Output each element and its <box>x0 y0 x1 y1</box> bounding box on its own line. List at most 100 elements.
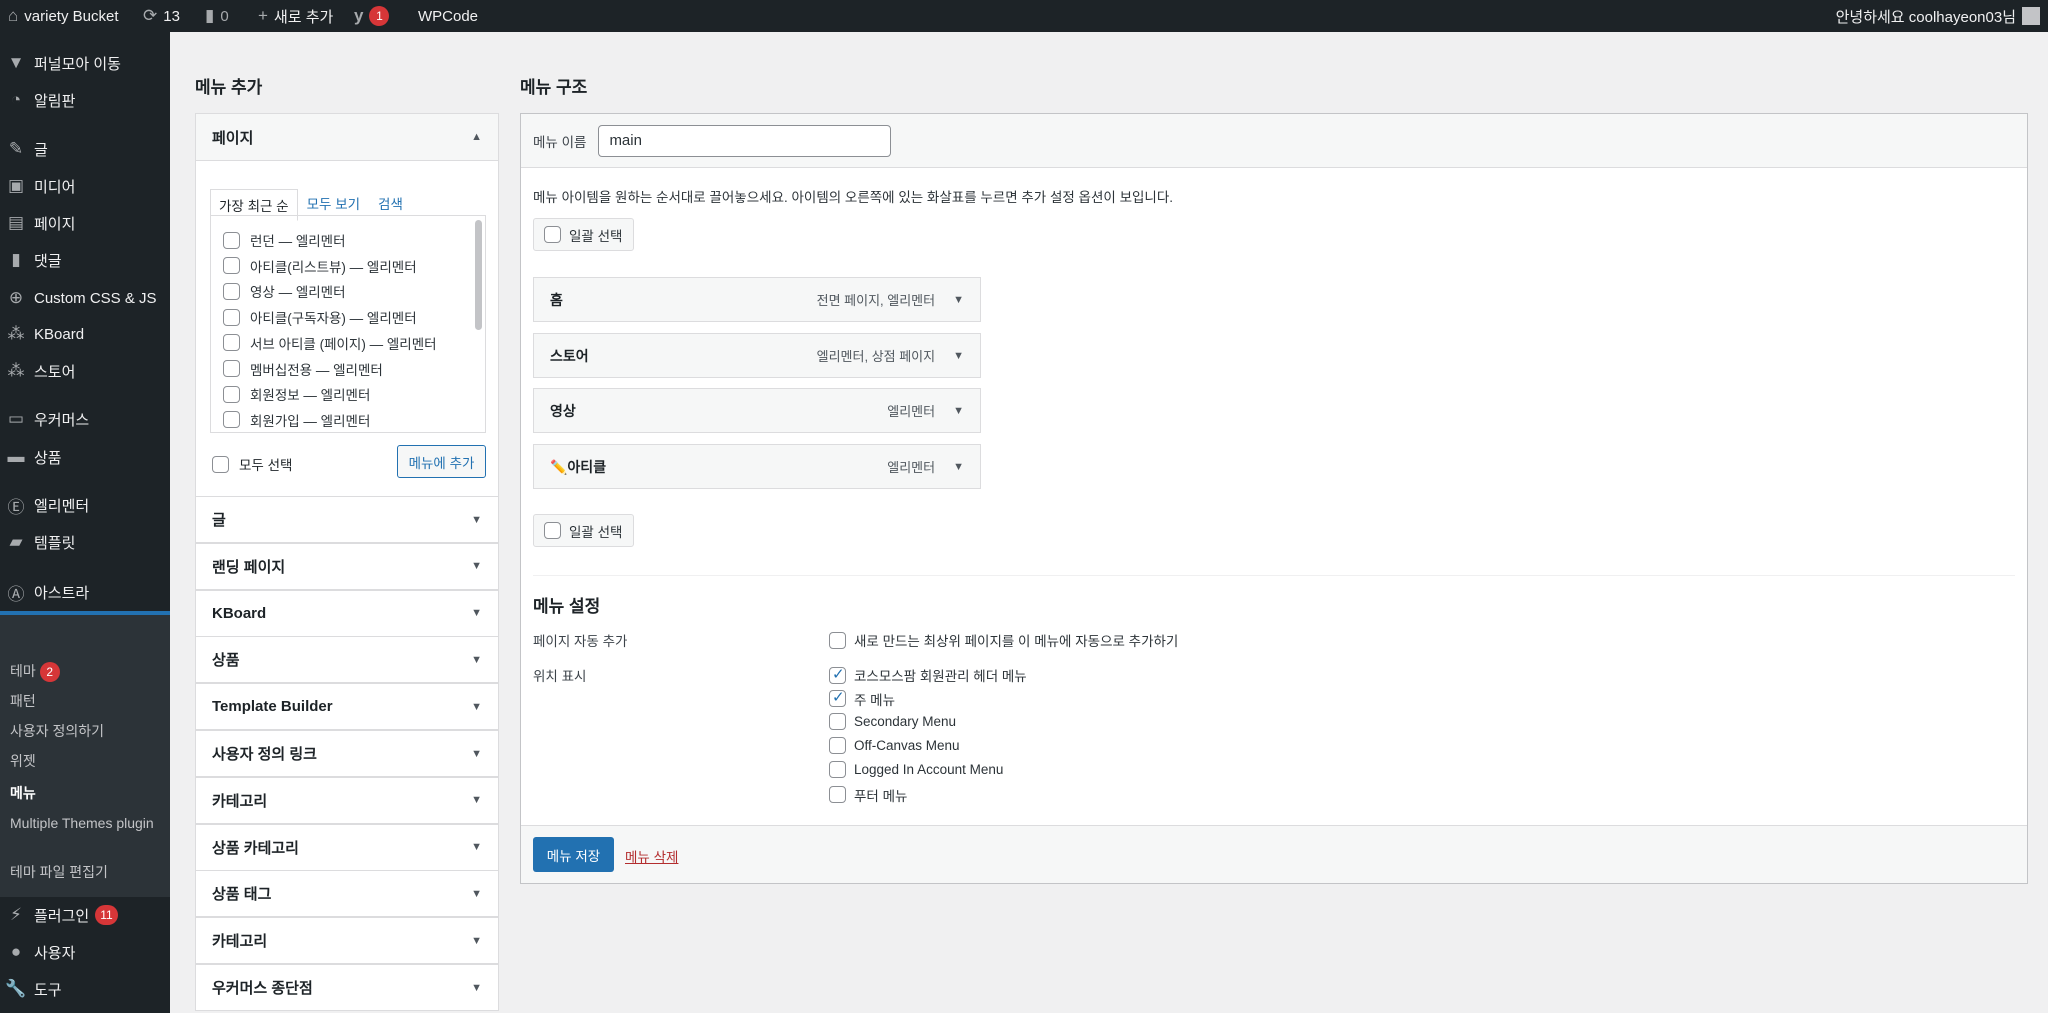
folder-icon: ▰ <box>9 532 23 551</box>
page-checkbox[interactable] <box>223 360 240 377</box>
location-option[interactable]: Logged In Account Menu <box>829 760 1003 778</box>
page-option[interactable]: 영상 — 엘리멘터 <box>223 281 346 301</box>
menu-item[interactable]: 홈 전면 페이지, 엘리멘터 ▼ <box>533 277 981 322</box>
submenu-item-2[interactable]: 사용자 정의하기 <box>10 721 160 741</box>
chevron-down-icon: ▼ <box>471 934 482 947</box>
chevron-down-icon[interactable]: ▼ <box>953 461 964 473</box>
page-checkbox[interactable] <box>223 385 240 403</box>
accordion-section[interactable]: Template Builder ▼ <box>195 683 499 731</box>
chevron-down-icon[interactable]: ▼ <box>953 405 964 417</box>
page-checkbox[interactable] <box>223 257 240 275</box>
submenu-item-1[interactable]: 패턴 <box>10 691 160 711</box>
chevron-down-icon: ▼ <box>471 607 482 620</box>
location-checkbox[interactable] <box>829 786 846 803</box>
sidebar-item-7[interactable]: ⁂ KBoard <box>0 316 170 352</box>
yoast-link[interactable]: y1 <box>354 0 390 32</box>
accordion-section[interactable]: 카테고리 ▼ <box>195 776 499 824</box>
sidebar-item-4[interactable]: ▤ 페이지 <box>0 205 170 241</box>
page-checkbox[interactable] <box>223 231 240 249</box>
page-option[interactable]: 회원정보 — 엘리멘터 <box>223 384 370 404</box>
bulk-select-checkbox[interactable] <box>544 226 561 243</box>
location-checkbox[interactable] <box>829 712 846 730</box>
accordion-section[interactable]: 상품 태그 ▼ <box>195 870 499 918</box>
sidebar-item-8[interactable]: ⁂ 스토어 <box>0 353 170 389</box>
bulk-select-button[interactable]: 일괄 선택 <box>533 218 634 251</box>
pages-panel-header[interactable]: 페이지 ▲ <box>196 114 498 161</box>
submenu-item-6[interactable]: 테마 파일 편집기 <box>10 862 160 882</box>
menu-name-input[interactable] <box>598 124 892 157</box>
account-link[interactable]: 안녕하세요 coolhayeon03님 <box>1836 0 2040 32</box>
page-option[interactable]: 서브 아티클 (페이지) — 엘리멘터 <box>223 333 437 353</box>
submenu-item-5[interactable]: Multiple Themes plugin <box>10 813 160 833</box>
auto-add-option[interactable]: 새로 만드는 최상위 페이지를 이 메뉴에 자동으로 추가하기 <box>829 630 1178 650</box>
page-checkbox[interactable] <box>223 411 240 429</box>
user-icon: ● <box>10 942 22 961</box>
sidebar-item-1[interactable]: ◔ 알림판 <box>0 82 170 118</box>
comments-link[interactable]: ▮ 0 <box>205 0 229 32</box>
bulk-select-button-bottom[interactable]: 일괄 선택 <box>533 514 634 547</box>
sidebar-item-13[interactable]: Ⓐ 아스트라 <box>0 574 170 610</box>
site-link[interactable]: ⌂ variety Bucket <box>8 0 119 32</box>
sidebar-item-10[interactable]: ▬ 상품 <box>0 439 170 475</box>
accordion-section[interactable]: 사용자 정의 링크 ▼ <box>195 730 499 777</box>
design-submenu: 테마 2 패턴사용자 정의하기위젯메뉴 Multiple Themes plugin… <box>0 615 170 897</box>
page-checkbox[interactable] <box>223 282 240 300</box>
menu-item[interactable]: 영상 엘리멘터 ▼ <box>533 388 981 433</box>
sidebar-item-12[interactable]: ▰ 템플릿 <box>0 524 170 560</box>
accordion-section[interactable]: 우커머스 종단점 ▼ <box>195 964 499 1011</box>
page-option[interactable]: 회원가입 — 엘리멘터 <box>223 410 370 430</box>
page-checkbox[interactable] <box>223 334 240 352</box>
menu-item[interactable]: ✏️아티클 엘리멘터 ▼ <box>533 444 981 489</box>
menu-instructions: 메뉴 아이템을 원하는 순서대로 끌어놓으세요. 아이템의 오른쪽에 있는 화살… <box>533 190 1174 205</box>
sidebar-item-11[interactable]: Ⓔ 엘리멘터 <box>0 487 170 523</box>
sidebar-item-2[interactable]: ✎ 글 <box>0 131 170 167</box>
sidebar-item-9[interactable]: ▭ 우커머스 <box>0 401 170 437</box>
delete-menu-link[interactable]: 메뉴 삭제 <box>625 846 678 866</box>
chevron-down-icon: ▼ <box>471 560 482 573</box>
bulk-select-checkbox[interactable] <box>544 522 561 539</box>
scrollbar[interactable] <box>475 220 482 330</box>
chevron-down-icon[interactable]: ▼ <box>953 294 964 306</box>
page-checkbox[interactable] <box>223 308 240 326</box>
page-option[interactable]: 아티클(구독자용) — 엘리멘터 <box>223 307 417 327</box>
submenu-item-0[interactable]: 테마 2 <box>10 661 160 682</box>
wpcode-link[interactable]: WPCode <box>418 0 478 32</box>
location-option[interactable]: 주 메뉴 <box>829 688 895 709</box>
chevron-down-icon[interactable]: ▼ <box>953 350 964 362</box>
accordion-section[interactable]: 상품 카테고리 ▼ <box>195 823 499 871</box>
accordion-section[interactable]: 상품 ▼ <box>195 636 499 684</box>
sidebar-item-bottom-0[interactable]: ⚡ 플러그인 11 <box>0 897 170 933</box>
accordion-section[interactable]: 랜딩 페이지 ▼ <box>195 542 499 590</box>
sidebar-item-6[interactable]: ⊕ Custom CSS & JS <box>0 280 170 316</box>
accordion-section[interactable]: 카테고리 ▼ <box>195 917 499 965</box>
accordion-section[interactable]: 글 ▼ <box>195 496 499 543</box>
location-option[interactable]: Secondary Menu <box>829 712 956 730</box>
page-option[interactable]: 아티클(리스트뷰) — 엘리멘터 <box>223 256 417 276</box>
new-content-link[interactable]: + 새로 추가 <box>258 0 333 32</box>
location-checkbox[interactable] <box>829 736 846 754</box>
location-checkbox[interactable] <box>829 688 846 708</box>
sidebar-item-5[interactable]: ▮ 댓글 <box>0 242 170 278</box>
location-option[interactable]: 코스모스팜 회원관리 헤더 메뉴 <box>829 665 1027 685</box>
location-option[interactable]: 푸터 메뉴 <box>829 785 907 805</box>
location-checkbox[interactable] <box>829 760 846 778</box>
add-to-menu-button[interactable]: 메뉴에 추가 <box>397 445 486 478</box>
sidebar-item-0[interactable]: ▼ 퍼널모아 이동 <box>0 45 170 81</box>
select-all-checkbox[interactable] <box>212 455 229 473</box>
sidebar-item-3[interactable]: ▣ 미디어 <box>0 168 170 204</box>
page-option[interactable]: 멤버십전용 — 엘리멘터 <box>223 359 383 379</box>
submenu-item-3[interactable]: 위젯 <box>10 751 160 771</box>
menu-item[interactable]: 스토어 엘리멘터, 상점 페이지 ▼ <box>533 333 981 378</box>
sidebar-item-bottom-2[interactable]: 🔧 도구 <box>0 971 170 1007</box>
chevron-down-icon: ▼ <box>471 653 482 666</box>
save-menu-button[interactable]: 메뉴 저장 <box>533 837 614 872</box>
select-all[interactable]: 모두 선택 <box>212 454 292 474</box>
auto-add-checkbox[interactable] <box>829 631 846 649</box>
page-option[interactable]: 런던 — 엘리멘터 <box>223 230 346 250</box>
accordion-section[interactable]: KBoard ▼ <box>195 589 499 637</box>
submenu-item-4[interactable]: 메뉴 <box>10 783 160 803</box>
sidebar-item-bottom-1[interactable]: ● 사용자 <box>0 934 170 970</box>
location-checkbox[interactable] <box>829 665 846 684</box>
updates-link[interactable]: ⟳ 13 <box>143 0 180 32</box>
location-option[interactable]: Off-Canvas Menu <box>829 736 960 754</box>
